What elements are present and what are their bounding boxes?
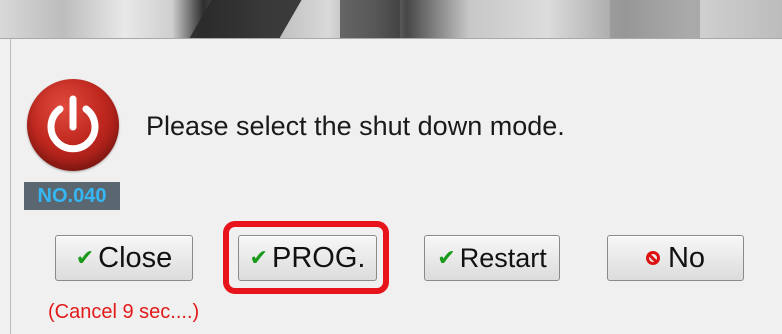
no-button-label: No <box>667 241 706 274</box>
power-icon <box>27 79 119 171</box>
restart-button[interactable]: ✔ Restart <box>424 235 560 281</box>
cancel-countdown: (Cancel 9 sec....) <box>48 301 200 323</box>
no-button[interactable]: No <box>607 235 744 281</box>
highlight-box <box>223 221 389 294</box>
no-entry-icon <box>645 251 660 265</box>
close-button[interactable]: ✔ Close <box>55 235 193 281</box>
check-icon: ✔ <box>437 245 456 270</box>
check-icon: ✔ <box>75 245 95 270</box>
close-button-label: Close <box>98 241 173 274</box>
background-image <box>0 0 782 38</box>
code-badge: NO.040 <box>24 182 120 210</box>
background-shape <box>610 0 700 38</box>
shutdown-dialog: NO.040 Please select the shut down mode.… <box>0 38 782 334</box>
restart-button-label: Restart <box>459 242 547 273</box>
dialog-message: Please select the shut down mode. <box>146 111 565 141</box>
background-shape <box>182 0 308 38</box>
background-shape <box>340 0 400 38</box>
